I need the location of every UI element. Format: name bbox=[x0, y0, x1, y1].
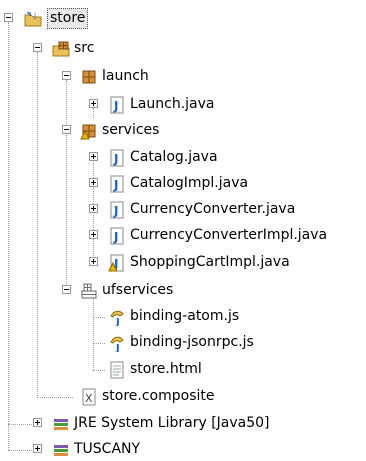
tree-guide-line bbox=[8, 424, 36, 425]
expand-toggle[interactable] bbox=[33, 444, 42, 453]
html-file-icon bbox=[108, 361, 126, 379]
tree-guide-line bbox=[93, 294, 94, 370]
package-icon bbox=[80, 68, 98, 86]
javascript-file-icon: J bbox=[108, 308, 126, 326]
tree-item-label: services bbox=[102, 122, 160, 138]
collapse-toggle[interactable] bbox=[62, 285, 71, 294]
java-file-icon: J bbox=[108, 227, 126, 245]
xml-file-icon: X bbox=[80, 388, 98, 406]
svg-text:J: J bbox=[115, 343, 120, 352]
tree-item-label: TUSCANY bbox=[74, 441, 141, 457]
expand-toggle[interactable] bbox=[33, 418, 42, 427]
tree-item-label: binding-jsonrpc.js bbox=[130, 334, 254, 350]
tree-item-label: store.composite bbox=[102, 388, 215, 404]
collapse-toggle[interactable] bbox=[4, 13, 13, 22]
svg-text:J: J bbox=[113, 204, 118, 218]
tree-item-label: CurrencyConverter.java bbox=[130, 201, 296, 217]
tree-guide-line bbox=[37, 397, 73, 398]
tree-item-label: store bbox=[47, 8, 89, 29]
collapse-toggle[interactable] bbox=[62, 125, 71, 134]
library-icon bbox=[52, 415, 70, 433]
tree-guide-line bbox=[93, 317, 105, 318]
java-file-icon: J bbox=[108, 175, 126, 193]
tree-item-label: CatalogImpl.java bbox=[130, 175, 249, 191]
tree-item-label: Launch.java bbox=[130, 96, 215, 112]
source-folder-icon bbox=[52, 40, 70, 58]
svg-text:J: J bbox=[113, 99, 118, 113]
expand-toggle[interactable] bbox=[89, 152, 98, 161]
tree-guide-line bbox=[93, 343, 105, 344]
tree-item-label: Catalog.java bbox=[130, 149, 218, 165]
svg-text:J: J bbox=[115, 317, 120, 326]
tree-item-label: CurrencyConverterImpl.java bbox=[130, 227, 328, 243]
svg-text:J: J bbox=[113, 152, 118, 166]
tree-item-label: store.html bbox=[130, 361, 202, 377]
svg-text:J: J bbox=[33, 12, 36, 20]
tree-guide-line bbox=[93, 108, 94, 118]
javascript-file-icon: J bbox=[108, 334, 126, 352]
tree-item-label: JRE System Library [Java50] bbox=[74, 415, 270, 431]
expand-toggle[interactable] bbox=[89, 99, 98, 108]
tree-guide-line bbox=[8, 450, 36, 451]
tree-item-label: binding-atom.js bbox=[130, 308, 240, 324]
package-explorer-tree: J store src launch J Launch.java service… bbox=[0, 0, 366, 460]
project-folder-icon: J bbox=[24, 10, 42, 28]
expand-toggle[interactable] bbox=[89, 230, 98, 239]
expand-toggle[interactable] bbox=[89, 178, 98, 187]
tree-guide-line bbox=[8, 22, 9, 450]
expand-toggle[interactable] bbox=[89, 257, 98, 266]
tree-guide-line bbox=[93, 370, 105, 371]
expand-toggle[interactable] bbox=[89, 204, 98, 213]
package-warning-icon bbox=[80, 122, 98, 140]
java-file-icon: J bbox=[108, 149, 126, 167]
library-icon bbox=[52, 441, 70, 459]
tree-guide-line bbox=[37, 52, 38, 398]
tree-item-label: src bbox=[74, 40, 95, 56]
collapse-toggle[interactable] bbox=[33, 43, 42, 52]
svg-text:X: X bbox=[85, 392, 93, 405]
java-file-warning-icon: J bbox=[108, 254, 126, 272]
tree-item-label: launch bbox=[102, 68, 149, 84]
tree-guide-line bbox=[66, 80, 67, 294]
java-file-icon: J bbox=[108, 201, 126, 219]
java-file-icon: J bbox=[108, 96, 126, 114]
svg-text:J: J bbox=[113, 230, 118, 244]
folder-package-icon bbox=[80, 282, 98, 300]
tree-item-label: ShoppingCartImpl.java bbox=[130, 254, 290, 270]
collapse-toggle[interactable] bbox=[62, 71, 71, 80]
svg-text:J: J bbox=[113, 178, 118, 192]
tree-item-label: ufservices bbox=[102, 282, 174, 298]
